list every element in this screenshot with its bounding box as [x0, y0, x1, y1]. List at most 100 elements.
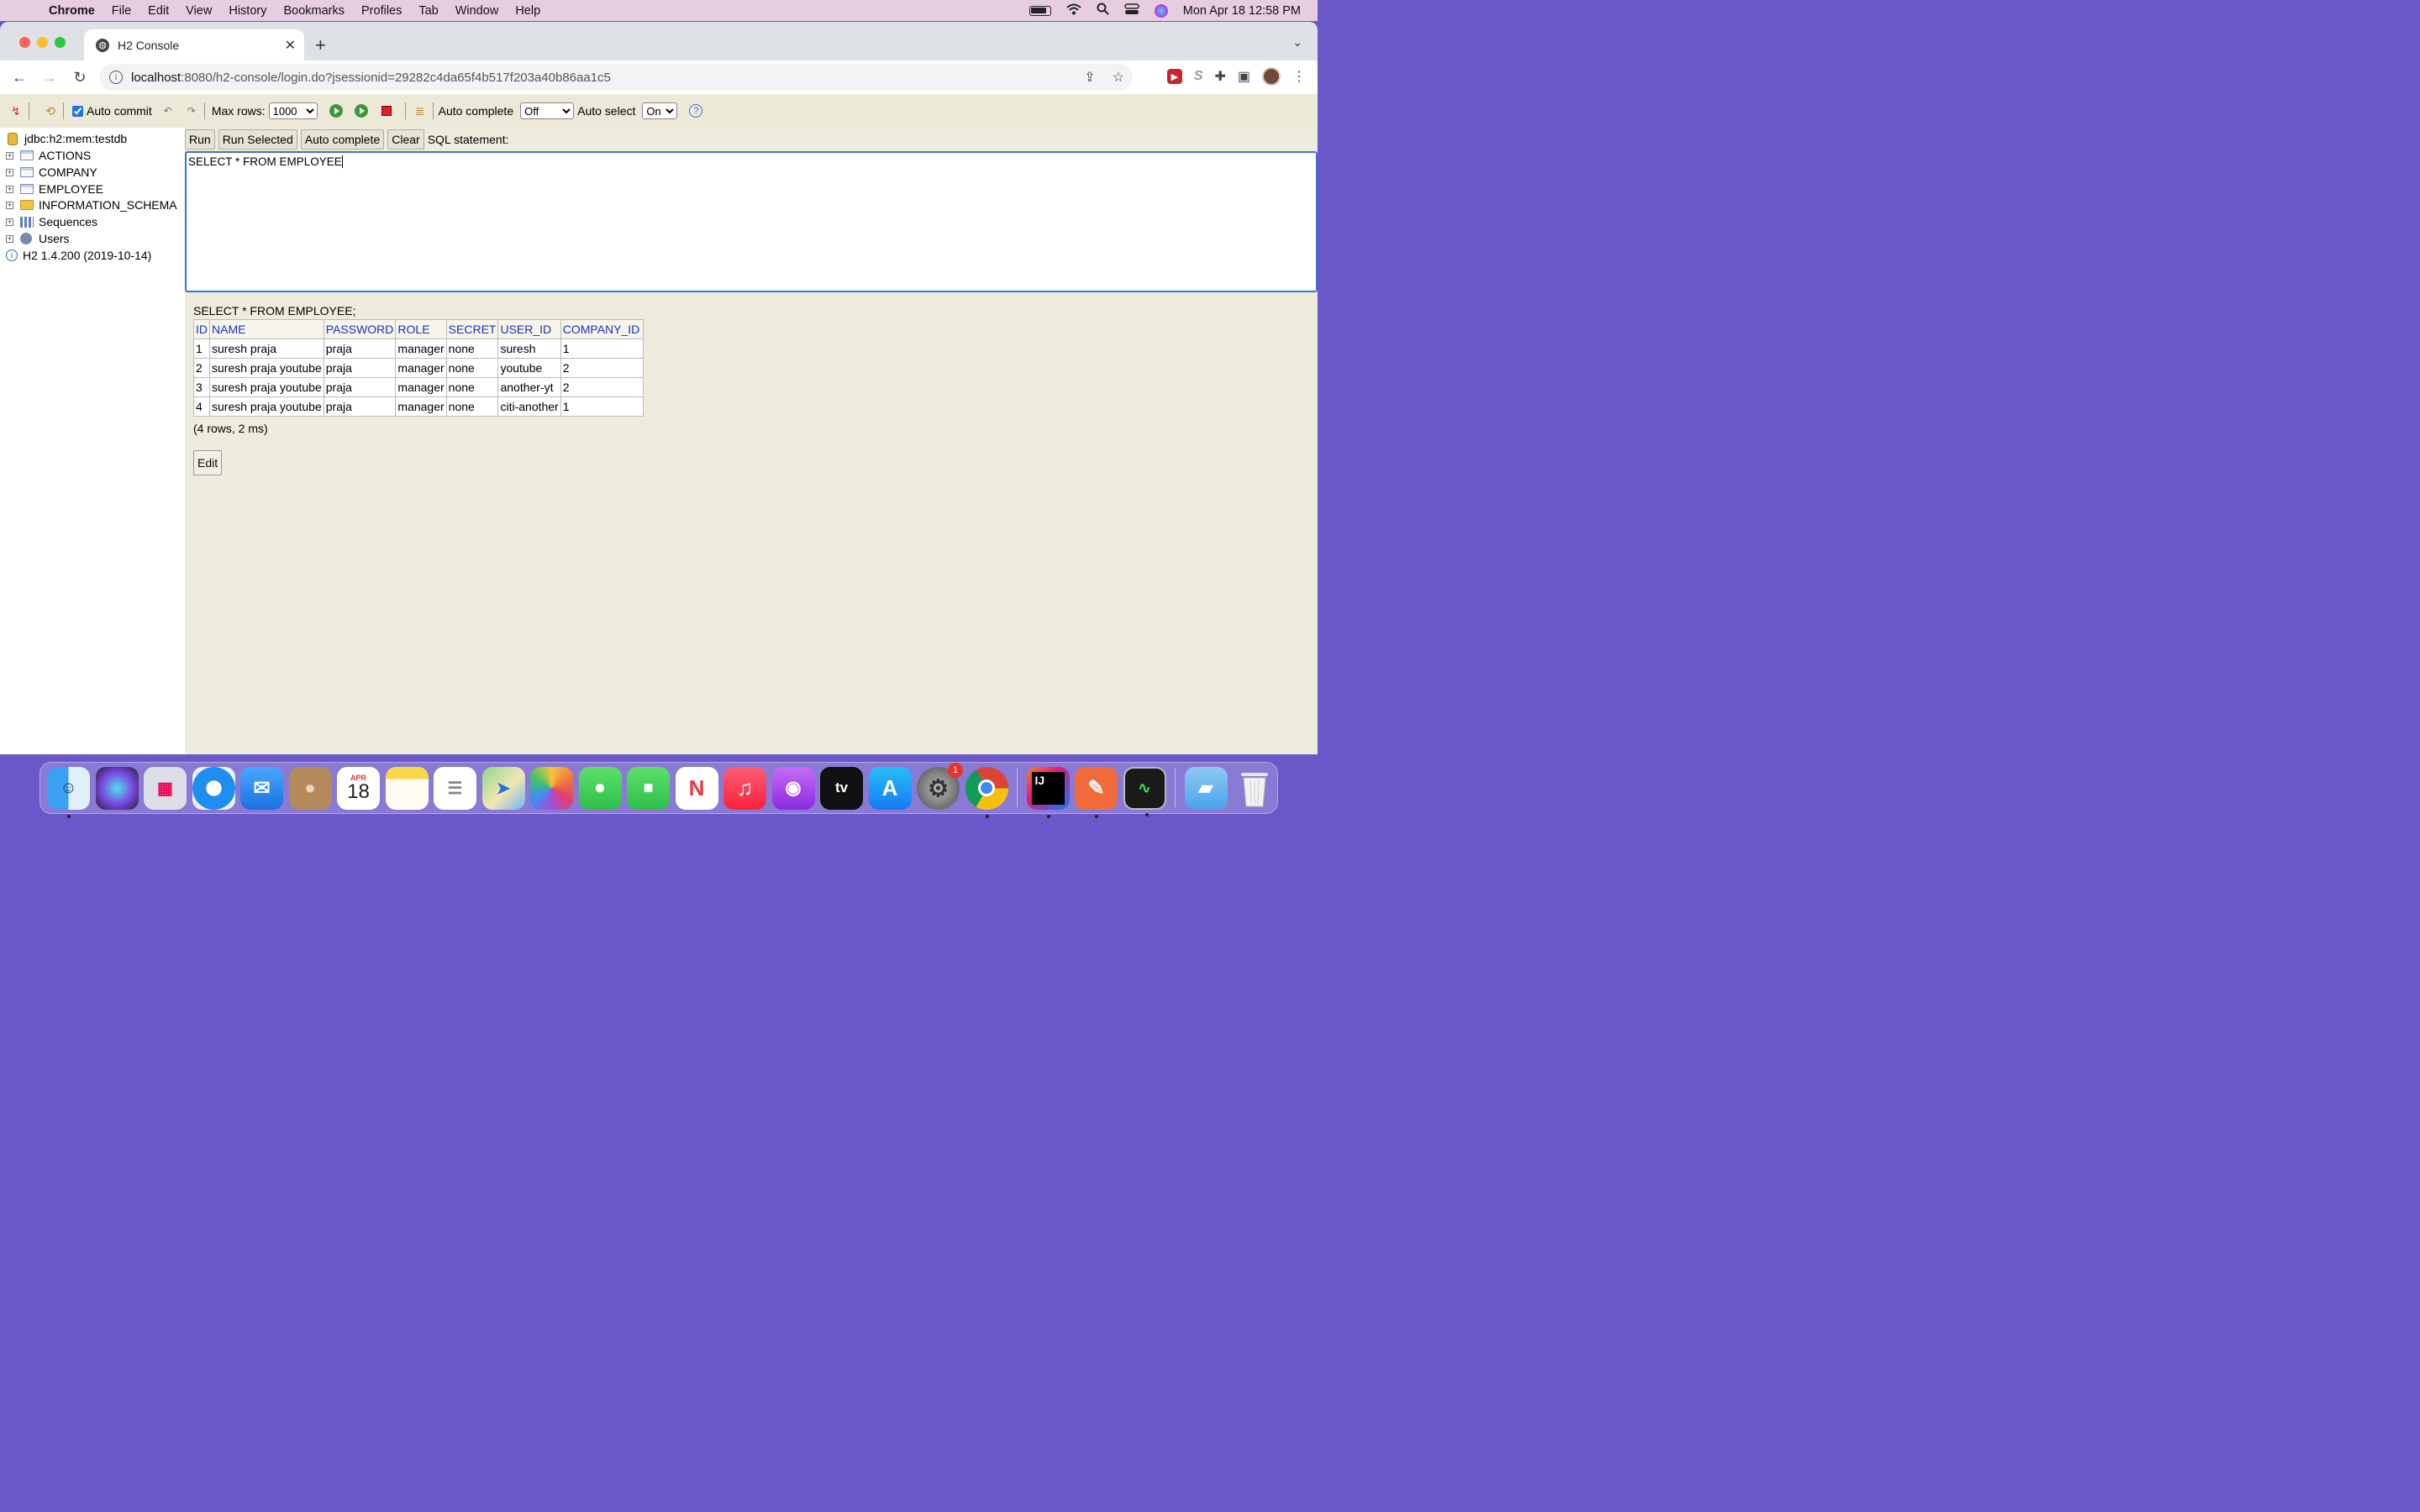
tree-item-sequences[interactable]: + Sequences: [6, 213, 97, 230]
run-selected-button[interactable]: Run Selected: [218, 129, 297, 150]
dock-news[interactable]: N: [675, 766, 718, 810]
dock-maps[interactable]: ➤: [481, 766, 525, 810]
run-button[interactable]: Run: [185, 129, 215, 150]
menu-profiles[interactable]: Profiles: [361, 4, 402, 18]
dock-launchpad[interactable]: ▦: [144, 766, 187, 810]
auto-complete-button[interactable]: Auto complete: [300, 129, 385, 150]
forward-arrow-icon[interactable]: →: [39, 69, 60, 87]
tab-h2-console[interactable]: ◍ H2 Console ✕: [84, 29, 304, 60]
column-header[interactable]: SECRET: [445, 319, 499, 339]
column-header[interactable]: COMPANY_ID: [560, 319, 644, 339]
dock-mail[interactable]: ✉: [240, 766, 283, 810]
menu-datetime[interactable]: Mon Apr 18 12:58 PM: [1183, 4, 1301, 18]
auto-commit-checkbox[interactable]: [72, 105, 83, 117]
wifi-icon[interactable]: [1066, 3, 1081, 18]
disconnect-icon[interactable]: ↯: [8, 103, 24, 118]
extension-s-icon[interactable]: S: [1194, 69, 1203, 84]
dock-reminders[interactable]: ☰: [434, 766, 476, 810]
rollback-icon[interactable]: ↶: [160, 103, 176, 118]
extensions-puzzle-icon[interactable]: ✚: [1214, 68, 1225, 85]
site-info-icon[interactable]: i: [109, 71, 123, 84]
menu-history[interactable]: History: [229, 4, 266, 18]
edit-button[interactable]: Edit: [193, 450, 223, 475]
expand-plus-icon[interactable]: +: [6, 234, 13, 243]
tree-item-information-schema[interactable]: + INFORMATION_SCHEMA: [6, 197, 177, 213]
menu-edit[interactable]: Edit: [148, 4, 169, 18]
dock-activity-monitor[interactable]: ∿: [1123, 766, 1166, 816]
window-minimize-button[interactable]: [37, 37, 48, 48]
window-zoom-button[interactable]: [55, 37, 66, 48]
dock-music[interactable]: ♫: [723, 766, 766, 810]
dock-finder[interactable]: ☺: [47, 766, 90, 818]
bookmark-star-icon[interactable]: ☆: [1113, 69, 1124, 86]
dock-contacts[interactable]: ●: [288, 766, 332, 810]
dock-podcasts[interactable]: ◉: [771, 766, 815, 810]
dock-calendar[interactable]: APR 18: [337, 766, 380, 810]
dock-trash[interactable]: [1233, 767, 1276, 810]
menu-app-name[interactable]: Chrome: [49, 4, 95, 18]
dock-appstore[interactable]: A: [868, 766, 912, 810]
tree-item-actions[interactable]: + ACTIONS: [6, 147, 91, 164]
dock-safari[interactable]: [192, 766, 235, 810]
dock-siri[interactable]: [95, 766, 139, 810]
dock-downloads-folder[interactable]: ▰: [1184, 766, 1228, 810]
expand-plus-icon[interactable]: +: [6, 218, 13, 226]
new-tab-plus-icon[interactable]: +: [315, 34, 326, 56]
spotlight-search-icon[interactable]: [1097, 3, 1109, 18]
history-icon[interactable]: ≣: [413, 103, 428, 118]
clear-button[interactable]: Clear: [387, 129, 424, 150]
tab-close-icon[interactable]: ✕: [285, 37, 296, 54]
tree-item-employee[interactable]: + EMPLOYEE: [6, 181, 103, 197]
control-center-icon[interactable]: [1124, 3, 1139, 18]
expand-plus-icon[interactable]: +: [6, 185, 13, 193]
profile-avatar[interactable]: [1262, 67, 1281, 86]
run-icon[interactable]: [329, 104, 343, 118]
column-header[interactable]: ROLE: [395, 319, 447, 339]
reload-icon[interactable]: ↻: [69, 69, 91, 87]
window-close-button[interactable]: [19, 37, 30, 48]
menu-bookmarks[interactable]: Bookmarks: [283, 4, 345, 18]
dock-appletv[interactable]: tv: [820, 766, 863, 810]
battery-icon[interactable]: [1028, 5, 1051, 16]
auto-complete-select[interactable]: Off: [520, 102, 575, 119]
column-header[interactable]: NAME: [209, 319, 324, 339]
dock-facetime[interactable]: ■: [627, 766, 670, 810]
address-bar[interactable]: i localhost:8080/h2-console/login.do?jse…: [99, 64, 1133, 91]
dock-postman[interactable]: ✎: [1075, 766, 1118, 818]
tree-item-users[interactable]: + Users: [6, 230, 70, 247]
column-header[interactable]: ID: [193, 319, 210, 339]
sql-editor[interactable]: SELECT * FROM EMPLOYEE: [185, 151, 1318, 292]
menu-window[interactable]: Window: [455, 4, 499, 18]
expand-plus-icon[interactable]: +: [6, 201, 13, 209]
dock-system-preferences[interactable]: ⚙ 1: [917, 762, 963, 810]
chrome-menu-icon[interactable]: ⋮: [1292, 68, 1306, 85]
siri-icon[interactable]: [1154, 3, 1168, 18]
share-icon[interactable]: ⇪: [1084, 69, 1095, 86]
max-rows-select[interactable]: 1000: [268, 102, 318, 119]
extension-red-icon[interactable]: ▶: [1166, 69, 1182, 84]
side-panel-icon[interactable]: ▣: [1238, 68, 1250, 85]
menu-view[interactable]: View: [186, 4, 212, 18]
dock-messages[interactable]: ●: [578, 766, 622, 810]
column-header[interactable]: PASSWORD: [323, 319, 397, 339]
menu-file[interactable]: File: [112, 4, 131, 18]
expand-plus-icon[interactable]: +: [6, 151, 13, 160]
stop-icon[interactable]: [381, 106, 392, 116]
dock-notes[interactable]: [385, 766, 429, 810]
help-icon[interactable]: ?: [689, 104, 703, 118]
dock-intellij[interactable]: IJ: [1026, 766, 1070, 818]
expand-plus-icon[interactable]: +: [6, 168, 13, 176]
run-selected-icon[interactable]: [354, 104, 368, 118]
column-header[interactable]: USER_ID: [497, 319, 561, 339]
back-arrow-icon[interactable]: ←: [8, 69, 30, 87]
menu-tab[interactable]: Tab: [418, 4, 438, 18]
refresh-icon[interactable]: ⟲: [43, 103, 58, 118]
dock-chrome[interactable]: [965, 766, 1008, 818]
auto-select-select[interactable]: On: [642, 102, 678, 119]
tree-item-company[interactable]: + COMPANY: [6, 164, 97, 181]
menu-help[interactable]: Help: [515, 4, 540, 18]
tree-connection[interactable]: jdbc:h2:mem:testdb: [8, 130, 127, 147]
tab-search-chevron-icon[interactable]: ⌄: [1292, 35, 1302, 50]
dock-photos[interactable]: [530, 766, 573, 810]
commit-icon[interactable]: ↷: [184, 103, 199, 118]
